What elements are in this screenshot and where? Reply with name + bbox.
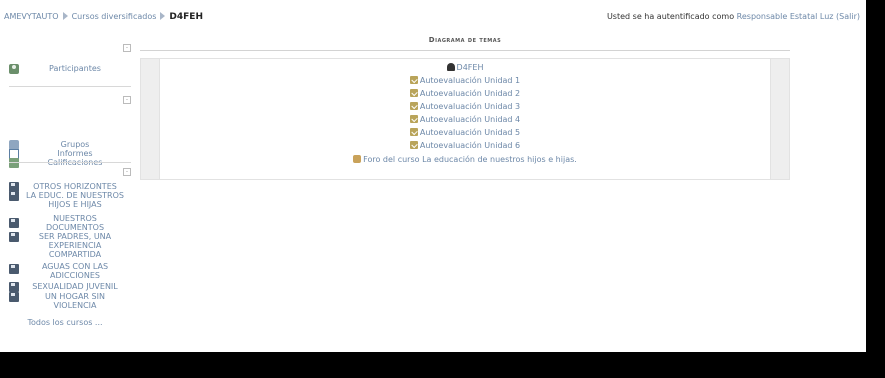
reports-link[interactable]: Informes	[23, 149, 127, 158]
activity-link[interactable]: Autoevaluación Unidad 2	[420, 89, 520, 98]
block-divider	[9, 86, 131, 87]
section-title: Diagrama de temas	[428, 36, 502, 44]
quiz-icon	[409, 89, 418, 97]
activity-item[interactable]: Autoevaluación Unidad 4	[160, 114, 770, 125]
activity-link[interactable]: Autoevaluación Unidad 6	[420, 141, 520, 150]
course-link[interactable]: UN HOGAR SIN VIOLENCIA	[23, 292, 127, 310]
course-link[interactable]: LA EDUC. DE NUESTROS HIJOS E HIJAS	[23, 191, 127, 209]
user-profile-link[interactable]: Responsable Estatal Luz	[737, 12, 834, 21]
administration-block: - Grupos Informes Calificaciones	[9, 96, 131, 168]
quiz-icon	[409, 141, 418, 149]
course-icon	[9, 232, 19, 242]
logout-link[interactable]: (Salir)	[836, 12, 860, 21]
activity-item[interactable]: Autoevaluación Unidad 6	[160, 140, 770, 151]
quiz-icon	[409, 115, 418, 123]
course-link[interactable]: OTROS HORIZONTES	[23, 182, 127, 191]
topic-content: D4FEH Autoevaluación Unidad 1 Autoevalua…	[159, 59, 771, 179]
course-icon	[9, 292, 19, 302]
activity-item[interactable]: Foro del curso La educación de nuestros …	[160, 154, 770, 165]
activity-link[interactable]: D4FEH	[457, 63, 484, 72]
courses-block-toggle[interactable]: -	[123, 168, 131, 176]
activity-item[interactable]: Autoevaluación Unidad 5	[160, 127, 770, 138]
activity-item[interactable]: Autoevaluación Unidad 2	[160, 88, 770, 99]
course-icon	[9, 218, 19, 228]
all-courses-row: Todos los cursos ...	[9, 318, 131, 328]
forum-icon	[353, 155, 362, 163]
topic-section: D4FEH Autoevaluación Unidad 1 Autoevalua…	[140, 58, 790, 180]
login-info: Usted se ha autentificado como Responsab…	[607, 11, 860, 23]
quiz-icon	[409, 76, 418, 84]
course-icon	[9, 282, 19, 292]
administration-block-toggle[interactable]: -	[123, 96, 131, 104]
participants-icon	[9, 64, 19, 74]
breadcrumb-separator-icon	[62, 12, 68, 20]
activity-item[interactable]: Autoevaluación Unidad 3	[160, 101, 770, 112]
breadcrumb-category-link[interactable]: Cursos diversificados	[72, 12, 157, 21]
navbar: AMEVYTAUTO Cursos diversificados D4FEH Ust…	[4, 11, 860, 23]
course-icon	[9, 264, 19, 274]
breadcrumb: AMEVYTAUTO Cursos diversificados D4FEH	[4, 11, 203, 23]
breadcrumb-current: D4FEH	[169, 12, 203, 22]
participants-row[interactable]: Participantes	[9, 64, 131, 74]
all-courses-link[interactable]: Todos los cursos ...	[9, 318, 121, 327]
quiz-icon	[409, 128, 418, 136]
grades-icon	[9, 158, 19, 168]
page: AMEVYTAUTO Cursos diversificados D4FEH Ust…	[0, 0, 866, 352]
people-block: - Participantes	[9, 44, 131, 80]
people-block-toggle[interactable]: -	[123, 44, 131, 52]
quiz-icon	[409, 102, 418, 110]
course-link[interactable]: NUESTROS DOCUMENTOS	[23, 214, 127, 232]
login-prefix: Usted se ha autentificado como	[606, 12, 735, 21]
activity-link[interactable]: Autoevaluación Unidad 4	[420, 115, 520, 124]
course-link[interactable]: AGUAS CON LAS ADICCIONES	[23, 262, 127, 280]
activity-item[interactable]: D4FEH	[160, 62, 770, 73]
activity-link[interactable]: Autoevaluación Unidad 5	[420, 128, 520, 137]
breadcrumb-home-link[interactable]: AMEVYTAUTO	[4, 12, 59, 21]
course-icon	[9, 191, 19, 201]
breadcrumb-separator-icon	[160, 12, 166, 20]
section-title-rule	[140, 50, 790, 51]
activity-link[interactable]: Foro del curso La educación de nuestros …	[363, 155, 577, 164]
activity-item[interactable]: Autoevaluación Unidad 1	[160, 75, 770, 86]
courses-block: - OTROS HORIZONTES LA EDUC. DE NUESTROS …	[9, 168, 131, 338]
participants-link[interactable]: Participantes	[23, 64, 127, 73]
activity-link[interactable]: Autoevaluación Unidad 3	[420, 102, 520, 111]
person-icon	[446, 63, 455, 71]
groups-link[interactable]: Grupos	[23, 140, 127, 149]
block-divider	[9, 162, 131, 163]
course-link[interactable]: SER PADRES, UNA EXPERIENCIA COMPARTIDA	[23, 232, 127, 259]
activity-link[interactable]: Autoevaluación Unidad 1	[420, 76, 520, 85]
course-link[interactable]: SEXUALIDAD JUVENIL	[23, 282, 127, 291]
